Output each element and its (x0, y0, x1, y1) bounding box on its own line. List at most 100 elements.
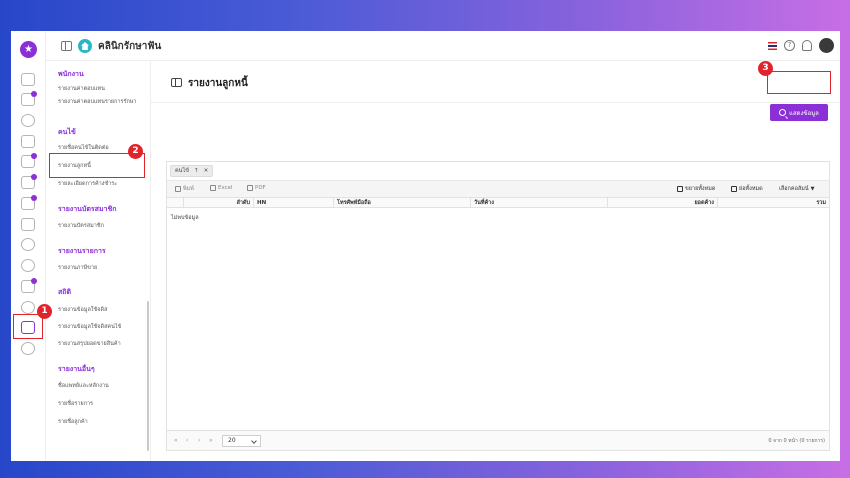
settings-icon[interactable] (21, 342, 35, 355)
last-page-button[interactable]: » (209, 437, 213, 444)
notification-badge (31, 91, 37, 97)
submenu-item-sales-tax[interactable]: รายงานภาษีขาย (58, 264, 146, 272)
column-expand-spacer (167, 198, 183, 207)
caret-down-icon: ▼ (810, 186, 815, 192)
grid-toolbar: พิมพ์ Excel PDF ขยายทั้งหมด ย่อทั้งหมด เ… (167, 180, 829, 197)
group-chip-label: คนไข้ (175, 168, 189, 174)
submenu-item-treatment-compensation[interactable]: รายงานค่าตอบแทนรายการรักษา (58, 98, 146, 106)
discount-icon[interactable] (21, 238, 35, 251)
group-panel: คนไข้ ↑ ✕ (167, 162, 829, 180)
message-icon[interactable] (21, 278, 37, 293)
cart-icon[interactable] (21, 218, 35, 231)
submenu-item-outstanding-detail[interactable]: รายละเอียดการค้างชำระ (58, 180, 146, 188)
submenu-item-doctors-staff[interactable]: ชื่อแพทย์และหลักงาน (58, 382, 146, 390)
page-size-value: 20 (228, 437, 236, 444)
sidebar-toggle-icon[interactable] (61, 41, 72, 51)
pager-info: 0 จาก 0 หน้า (0 รายการ) (768, 438, 825, 444)
search-icon (779, 109, 787, 116)
submenu-item-membership-report[interactable]: รายงานบัตรสมาชิก (58, 222, 146, 230)
column-header-mobile[interactable]: โทรศัพท์มือถือ (333, 198, 470, 207)
finance-icon[interactable] (21, 195, 37, 210)
main-content: รายงานลูกหนี้ แสดงข้อมูล คนไข้ ↑ ✕ พิมพ์… (151, 61, 840, 461)
panel-icon[interactable] (171, 78, 182, 87)
bell-icon[interactable] (802, 40, 812, 51)
collapse-all-label: ย่อทั้งหมด (739, 186, 763, 192)
excel-icon (210, 185, 216, 191)
help-icon[interactable]: ? (784, 40, 795, 51)
step-badge-2: 2 (128, 144, 143, 159)
show-data-label: แสดงข้อมูล (789, 109, 819, 117)
highlight-show-data (767, 71, 831, 94)
step-badge-1: 1 (37, 304, 52, 319)
column-header-row: ลำดับ HN โทรศัพท์มือถือ วันที่ค้าง ยอดค้… (167, 197, 829, 208)
submenu-heading-staff: พนักงาน (58, 70, 84, 78)
prev-page-button[interactable]: ‹ (186, 437, 188, 444)
empty-message: ไม่พบข้อมูล (171, 215, 199, 221)
calendar-icon[interactable] (21, 174, 37, 189)
user-avatar[interactable] (819, 38, 834, 53)
notification-badge (31, 278, 37, 284)
column-chooser-label: เลือกคอลัมน์ (779, 186, 809, 192)
sort-arrow-icon[interactable]: ↑ (194, 168, 199, 174)
expand-all-label: ขยายทั้งหมด (685, 186, 716, 192)
cloud-icon[interactable] (21, 259, 35, 272)
remove-group-icon[interactable]: ✕ (204, 168, 209, 174)
print-button[interactable]: พิมพ์ (175, 185, 194, 193)
app-logo-icon[interactable]: ★ (20, 41, 37, 58)
column-header-outstanding[interactable]: ยอดค้าง (607, 198, 717, 207)
show-data-button[interactable]: แสดงข้อมูล (770, 104, 828, 121)
page-header: รายงานลูกหนี้ (151, 61, 840, 103)
submenu-heading-patient: คนไข้ (58, 128, 76, 136)
chevron-down-icon (251, 438, 257, 444)
export-pdf-button[interactable]: PDF (247, 185, 266, 191)
column-header-hn[interactable]: HN (253, 198, 333, 207)
report-submenu: พนักงาน รายงานค่าตอบแทน รายงานค่าตอบแทนร… (46, 61, 151, 461)
pdf-label: PDF (255, 185, 266, 191)
column-header-index[interactable]: ลำดับ (183, 198, 253, 207)
column-header-overdue-date[interactable]: วันที่ค้าง (470, 198, 607, 207)
patient-icon[interactable] (21, 114, 35, 127)
home-icon[interactable] (21, 73, 35, 86)
clinic-logo-icon (78, 39, 92, 53)
submenu-item-customer-list[interactable]: รายชื่อลูกค้า (58, 418, 146, 426)
notification-badge (31, 195, 37, 201)
export-excel-button[interactable]: Excel (210, 185, 233, 191)
column-chooser-button[interactable]: เลือกคอลัมน์ ▼ (779, 185, 814, 193)
next-page-button[interactable]: › (198, 437, 200, 444)
submenu-heading-other: รายงานอื่นๆ (58, 365, 95, 373)
submenu-item-usage-data[interactable]: รายงานข้อมูลใช้จดิส (58, 306, 146, 314)
thai-flag-icon[interactable] (768, 41, 777, 50)
app-window: ★ คลินิกรักษาฟัน ? พนักงาน รายงานค่าตอบแ… (11, 31, 840, 461)
pos-icon[interactable] (21, 135, 35, 148)
first-page-button[interactable]: « (174, 437, 178, 444)
pdf-icon (247, 185, 253, 191)
submenu-heading-transactions: รายงานรายการ (58, 247, 106, 255)
info-icon[interactable] (21, 301, 35, 314)
collapse-icon (731, 186, 737, 192)
group-chip-patient[interactable]: คนไข้ ↑ ✕ (170, 165, 214, 177)
column-header-total[interactable]: รวม (717, 198, 829, 207)
expand-icon (677, 186, 683, 192)
submenu-heading-membership: รายงานบัตรสมาชิก (58, 205, 117, 213)
submenu-item-product-sales-summary[interactable]: รายงานสรุปยอดขายสินค้า (58, 340, 146, 348)
notification-badge (31, 153, 37, 159)
highlight-report-menu (13, 314, 43, 339)
collapse-all-button[interactable]: ย่อทั้งหมด (731, 185, 763, 193)
top-bar-actions: ? (768, 38, 834, 53)
notification-badge (31, 174, 37, 180)
inventory-icon[interactable] (21, 153, 37, 168)
page-title: รายงานลูกหนี้ (188, 78, 248, 89)
pager: « ‹ › » 20 0 จาก 0 หน้า (0 รายการ) (167, 430, 829, 450)
submenu-item-compensation[interactable]: รายงานค่าตอบแทน (58, 85, 146, 93)
icon-rail: ★ (11, 31, 46, 461)
excel-label: Excel (218, 185, 233, 191)
submenu-item-patient-usage-data[interactable]: รายงานข้อมูลใช้จดิสคนไข้ (58, 323, 146, 331)
expand-all-button[interactable]: ขยายทั้งหมด (677, 185, 715, 193)
submenu-scrollbar[interactable] (147, 301, 149, 451)
appointment-icon[interactable] (21, 91, 37, 106)
step-badge-3: 3 (758, 61, 773, 76)
submenu-item-item-list[interactable]: รายชื่อรายการ (58, 400, 146, 408)
print-label: พิมพ์ (183, 186, 194, 192)
page-size-select[interactable]: 20 (222, 435, 261, 447)
submenu-heading-statistics: สถิติ (58, 288, 72, 296)
